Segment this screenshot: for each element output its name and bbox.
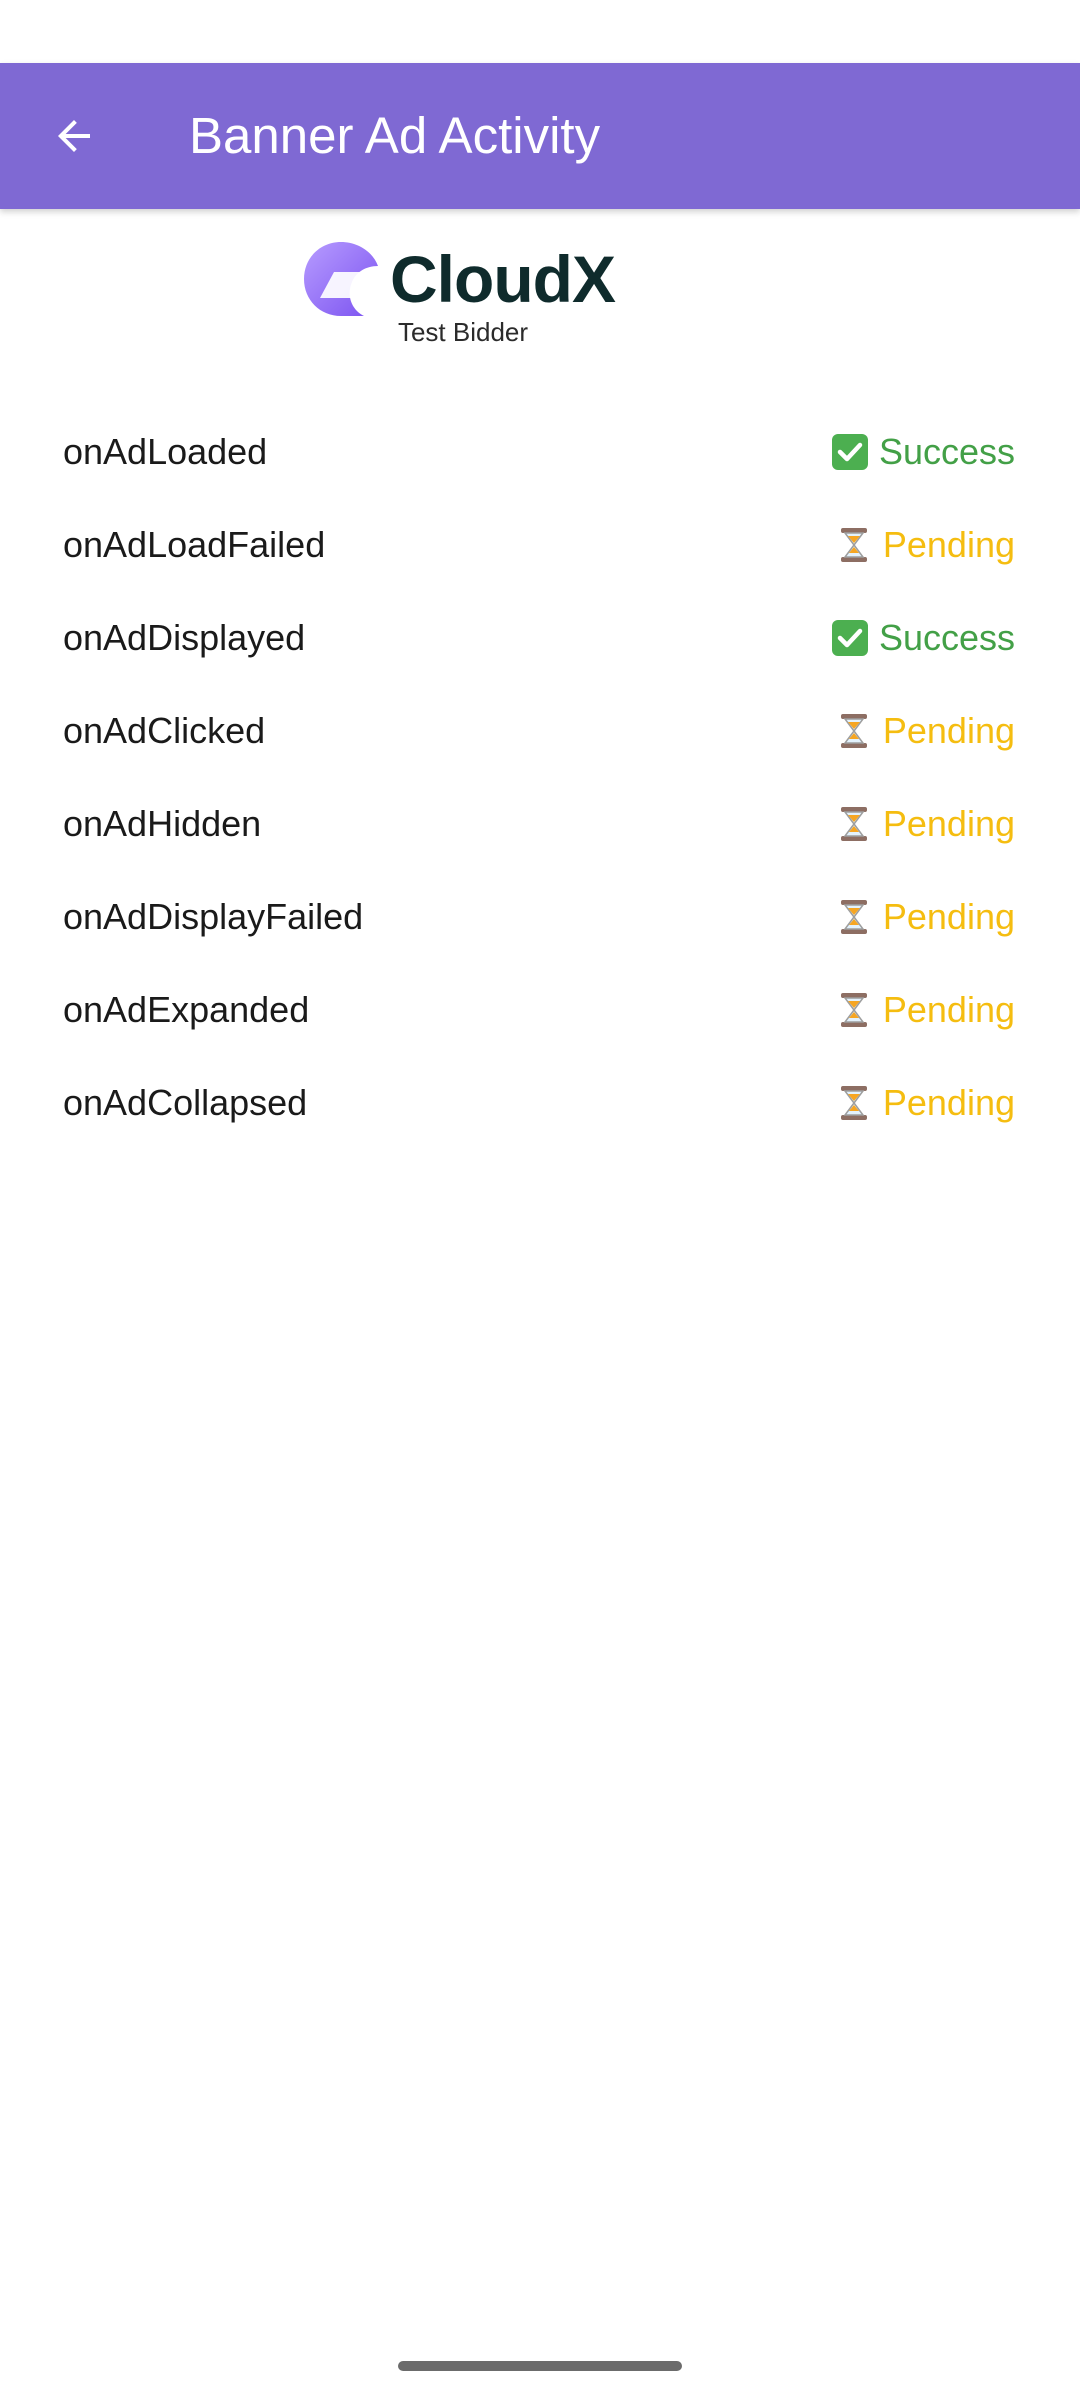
event-name: onAdLoaded: [63, 431, 268, 472]
status-badge: Success: [831, 591, 1015, 684]
cloudx-logo: CloudX Test Bidder: [300, 238, 625, 353]
hourglass-icon: [840, 899, 867, 934]
event-name: onAdExpanded: [63, 989, 310, 1030]
list-item: onAdDisplayed Success: [0, 591, 1080, 684]
list-item: onAdDisplayFailed Pending: [0, 870, 1080, 963]
status-badge: Pending: [835, 963, 1015, 1056]
status-text: Pending: [882, 524, 1015, 565]
app-bar: Banner Ad Activity: [0, 63, 1080, 209]
event-name: onAdHidden: [63, 803, 262, 844]
list-item: onAdClicked Pending: [0, 684, 1080, 777]
logo-subtitle: Test Bidder: [397, 317, 529, 347]
status-badge: Success: [831, 405, 1015, 498]
event-name: onAdCollapsed: [63, 1082, 308, 1123]
page-title: Banner Ad Activity: [189, 107, 601, 164]
status-badge: Pending: [835, 684, 1015, 777]
logo-wordmark: CloudX: [390, 242, 616, 316]
status-text: Success: [878, 431, 1015, 472]
list-item: onAdHidden Pending: [0, 777, 1080, 870]
status-text: Success: [878, 617, 1015, 658]
status-text: Pending: [882, 989, 1015, 1030]
check-mark-icon: [831, 619, 868, 656]
hourglass-icon: [840, 713, 867, 748]
check-mark-icon: [831, 433, 868, 470]
event-name: onAdClicked: [63, 710, 266, 751]
event-list: onAdLoaded Success onAdLoadFailed Pendin…: [0, 405, 1080, 1149]
hourglass-icon: [840, 527, 867, 562]
status-badge: Pending: [835, 498, 1015, 591]
hourglass-icon: [840, 806, 867, 841]
event-name: onAdDisplayed: [63, 617, 306, 658]
arrow-left-icon: [58, 120, 90, 152]
hourglass-icon: [840, 1085, 867, 1120]
event-name: onAdDisplayFailed: [63, 896, 364, 937]
status-badge: Pending: [835, 1056, 1015, 1149]
list-item: onAdLoadFailed Pending: [0, 498, 1080, 591]
status-text: Pending: [882, 1082, 1015, 1123]
home-indicator[interactable]: [398, 2361, 682, 2371]
event-name: onAdLoadFailed: [63, 524, 326, 565]
list-item: onAdCollapsed Pending: [0, 1056, 1080, 1149]
list-item: onAdLoaded Success: [0, 405, 1080, 498]
hourglass-icon: [840, 992, 867, 1027]
status-text: Pending: [882, 710, 1015, 751]
status-text: Pending: [882, 803, 1015, 844]
back-button[interactable]: [36, 98, 112, 174]
cloudx-logo-mark-icon: [304, 242, 378, 316]
status-badge: Pending: [835, 777, 1015, 870]
status-bar: [0, 0, 1080, 63]
list-item: onAdExpanded Pending: [0, 963, 1080, 1056]
status-text: Pending: [882, 896, 1015, 937]
status-badge: Pending: [835, 870, 1015, 963]
